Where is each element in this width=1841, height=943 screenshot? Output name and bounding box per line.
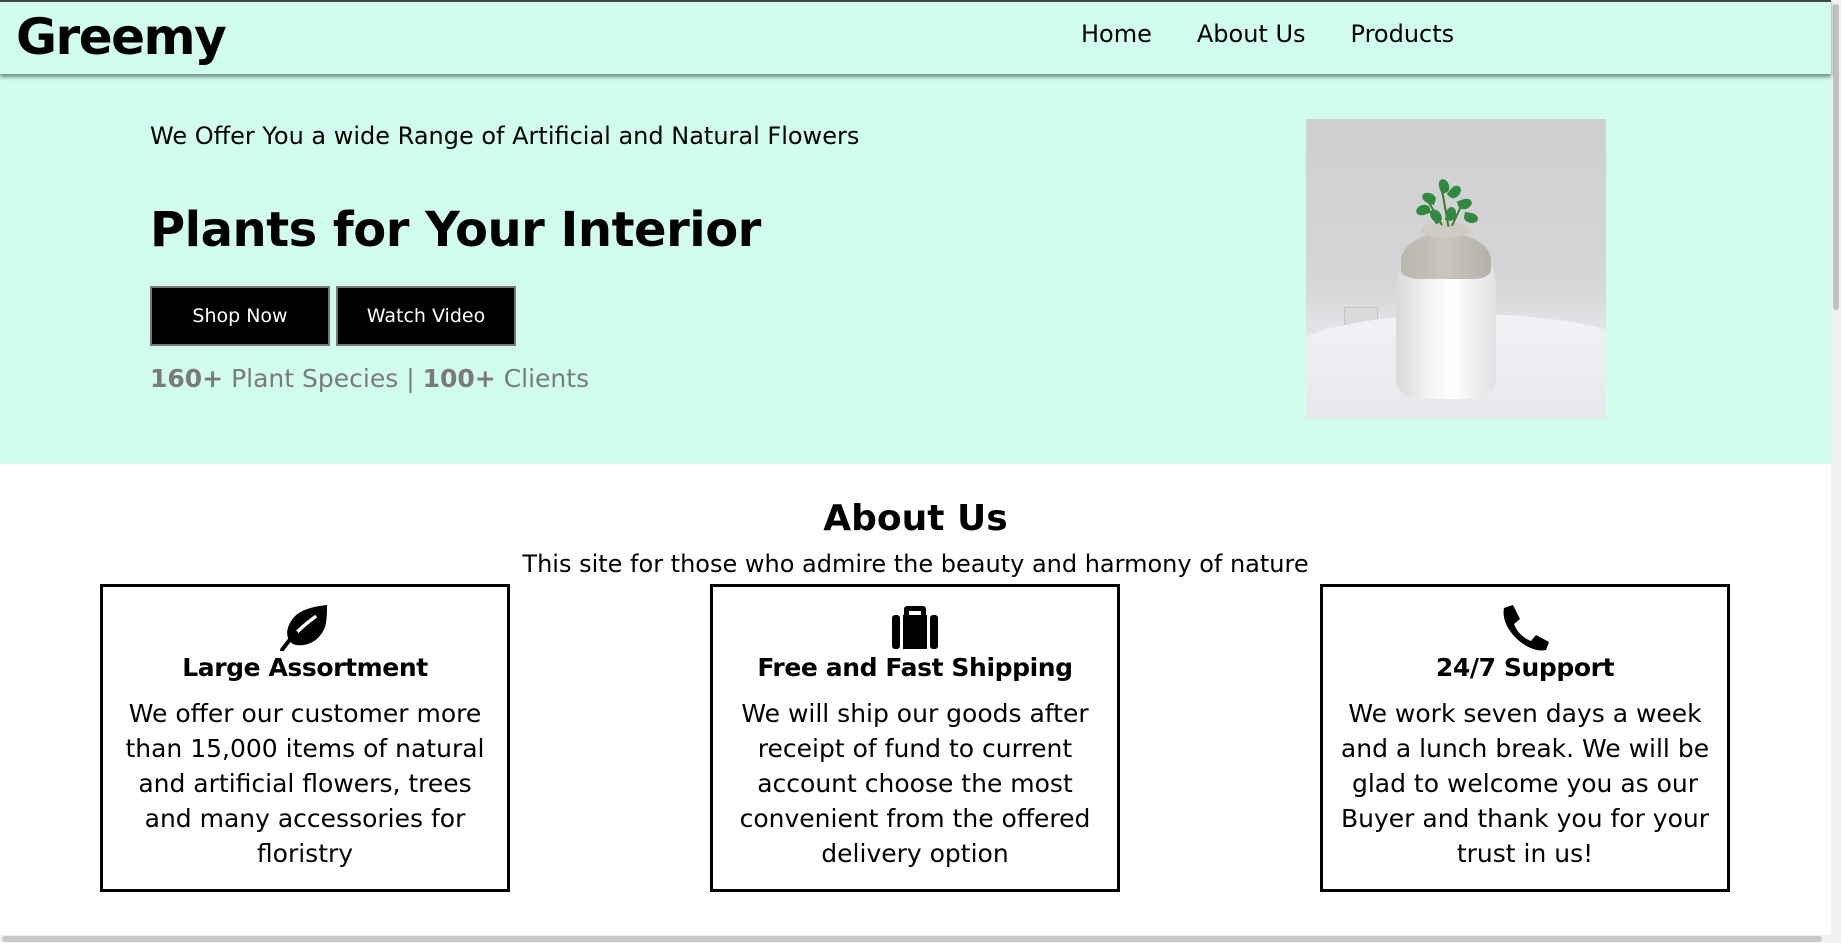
vase-neck [1421,222,1471,238]
card-text: We offer our customer more than 15,000 i… [125,699,485,868]
suitcase-icon [892,606,938,649]
vase-top [1401,234,1491,279]
feature-card-shipping: Free and Fast Shipping We will ship our … [710,584,1120,892]
feature-card-assortment: Large Assortment We offer our customer m… [100,584,510,892]
species-label: Plant Species [231,364,399,393]
hero-title: Plants for Your Interior [150,202,761,258]
watch-video-button[interactable]: Watch Video [336,286,516,346]
hero-stats: 160+ Plant Species | 100+ Clients [150,364,589,393]
nav-link-home[interactable]: Home [1081,20,1152,48]
hero-vase-image [1306,119,1606,419]
card-title: Large Assortment [182,653,428,682]
vertical-scrollbar-thumb[interactable] [1833,4,1839,310]
brand-logo[interactable]: Greemy [16,8,227,66]
horizontal-scrollbar-thumb[interactable] [2,936,1822,942]
card-title: 24/7 Support [1435,653,1615,682]
nav-links: Home About Us Products [1081,20,1454,48]
about-title: About Us [823,498,1008,539]
plant-leaf [1463,211,1479,225]
shop-now-button[interactable]: Shop Now [150,286,330,346]
feature-card-support: 24/7 Support We work seven days a week a… [1320,584,1730,892]
hero-tagline: We Offer You a wide Range of Artificial … [150,122,860,150]
card-title: Free and Fast Shipping [757,653,1073,682]
leaf-icon [280,605,327,651]
clients-label: Clients [503,364,590,393]
card-text: We will ship our goods after receipt of … [739,699,1091,868]
hero-section: We Offer You a wide Range of Artificial … [0,74,1831,464]
species-count: 160+ [150,364,224,393]
clients-count: 100+ [422,364,496,393]
plant-leaf [1420,190,1438,206]
nav-link-products[interactable]: Products [1351,20,1455,48]
about-subtitle: This site for those who admire the beaut… [522,550,1309,578]
page: Greemy Home About Us Products We Offer Y… [0,0,1841,943]
nav-link-about-us[interactable]: About Us [1197,20,1306,48]
stats-separator: | [406,364,415,393]
navbar: Greemy Home About Us Products [0,0,1831,74]
card-text: We work seven days a week and a lunch br… [1340,699,1710,868]
phone-icon [1503,605,1549,651]
